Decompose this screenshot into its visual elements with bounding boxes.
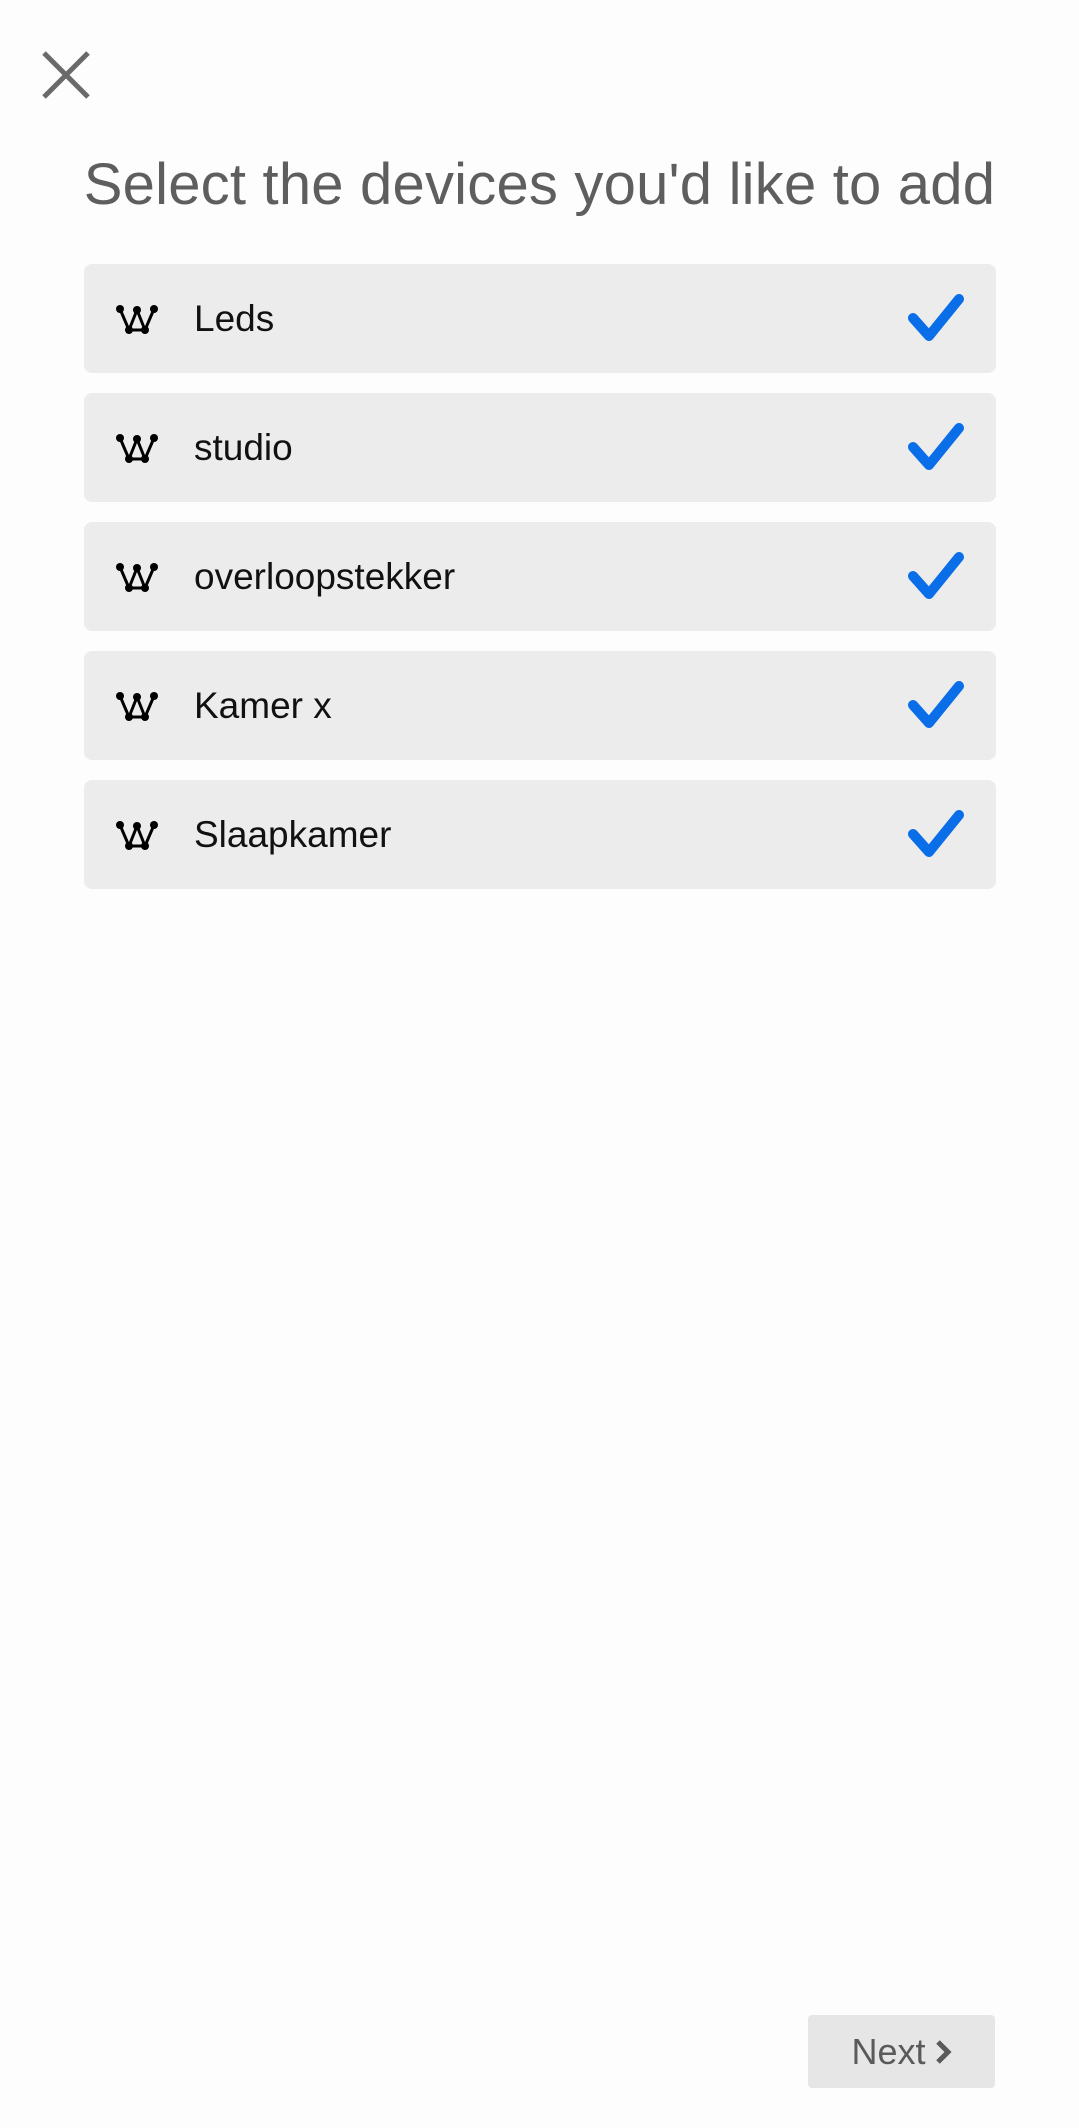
checkmark-icon [908, 810, 964, 860]
device-network-icon [116, 558, 158, 594]
checkmark-icon [908, 423, 964, 473]
device-item-leds[interactable]: Leds [84, 264, 996, 373]
device-network-icon [116, 429, 158, 465]
next-button-label: Next [851, 2030, 926, 2072]
device-network-icon [116, 816, 158, 852]
checkmark-icon [908, 294, 964, 344]
device-label: Kamer x [194, 685, 332, 726]
device-network-icon [116, 687, 158, 723]
device-item-overloopstekker[interactable]: overloopstekker [84, 522, 996, 631]
device-list: Leds studio overloopstekker Kamer x Slaa… [84, 264, 996, 909]
close-button[interactable] [36, 45, 96, 105]
chevron-right-icon [934, 2039, 952, 2065]
device-label: studio [194, 427, 293, 468]
checkmark-icon [908, 552, 964, 602]
device-label: Leds [194, 298, 275, 339]
checkmark-icon [908, 681, 964, 731]
device-item-kamer-x[interactable]: Kamer x [84, 651, 996, 760]
device-label: overloopstekker [194, 556, 456, 597]
device-item-studio[interactable]: studio [84, 393, 996, 502]
page-title: Select the devices you'd like to add [83, 152, 996, 217]
device-label: Slaapkamer [194, 814, 392, 855]
device-item-slaapkamer[interactable]: Slaapkamer [84, 780, 996, 889]
device-network-icon [116, 300, 158, 336]
close-icon [36, 45, 96, 105]
next-button[interactable]: Next [808, 2015, 995, 2088]
